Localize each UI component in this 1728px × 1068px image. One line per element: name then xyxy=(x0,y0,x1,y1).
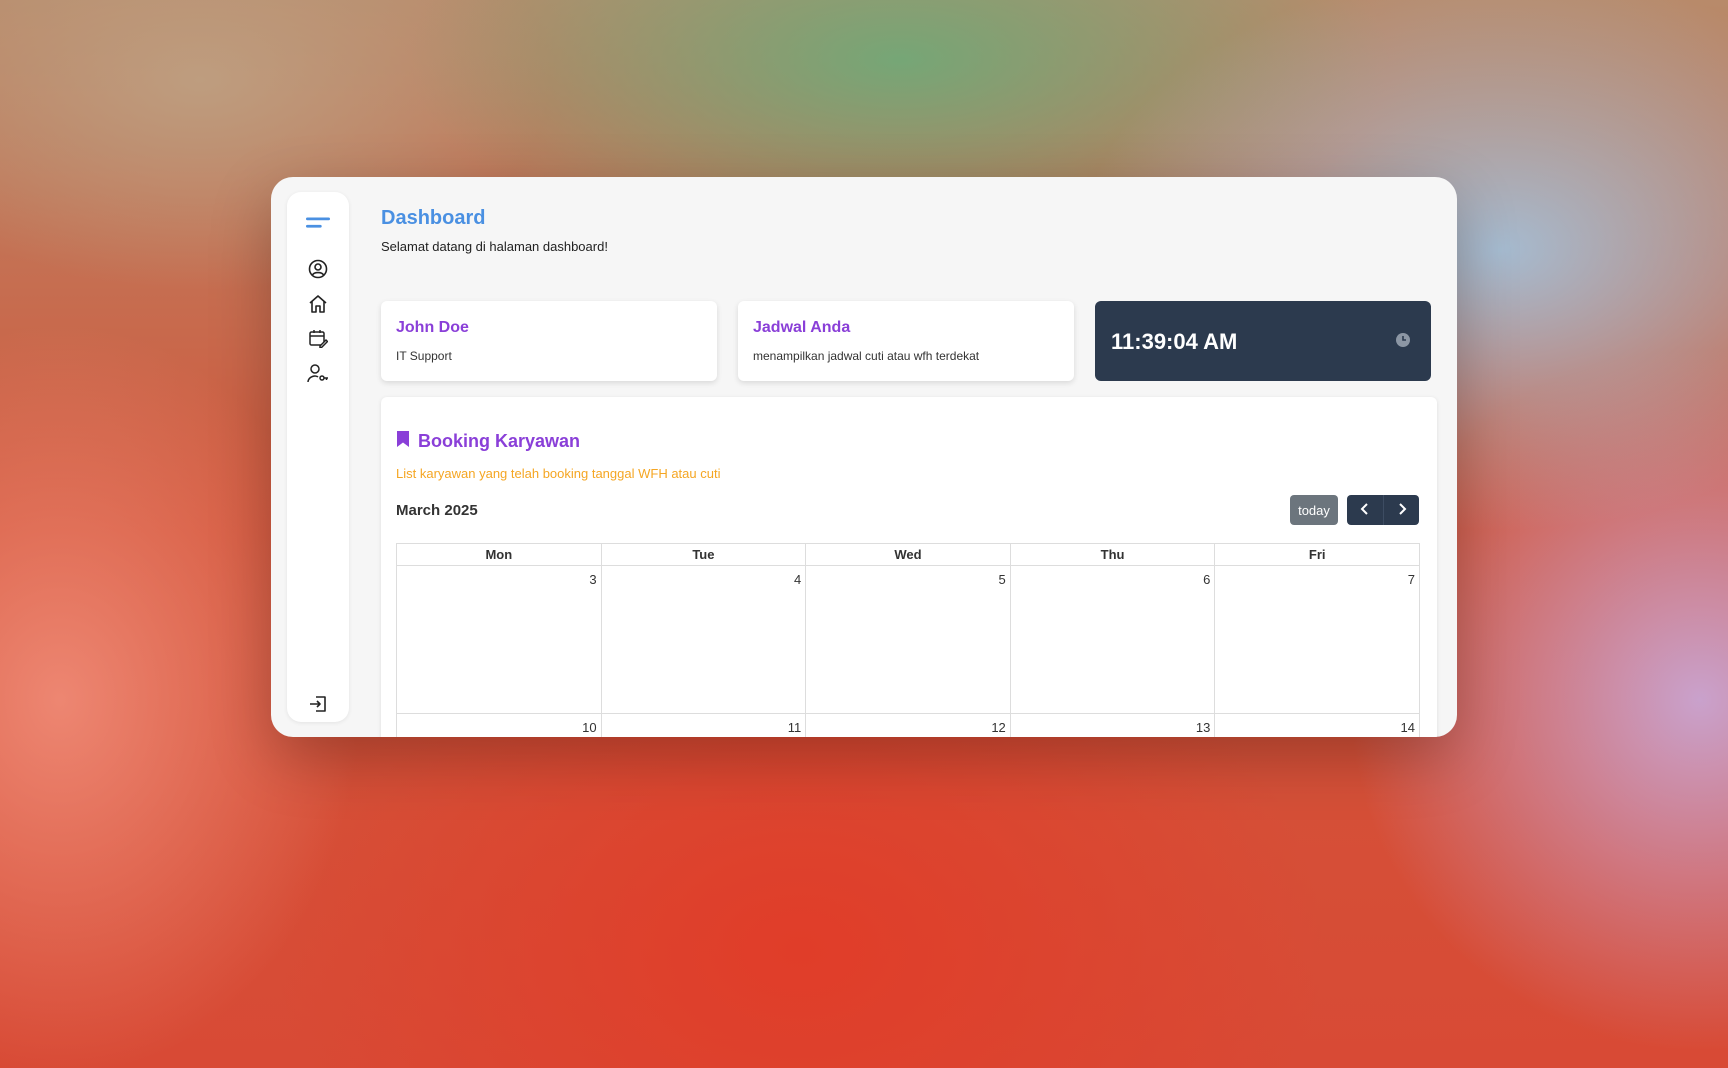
prev-month-button[interactable] xyxy=(1347,495,1383,525)
schedule-card: Jadwal Anda menampilkan jadwal cuti atau… xyxy=(738,301,1074,381)
booking-title: Booking Karyawan xyxy=(418,431,581,451)
day-header: Fri xyxy=(1214,543,1420,566)
calendar-day-cell[interactable]: 12 xyxy=(805,713,1011,737)
calendar-day-cell[interactable]: 6 xyxy=(1009,565,1216,714)
booking-subtitle: List karyawan yang telah booking tanggal… xyxy=(396,466,721,481)
summary-cards: John Doe IT Support Jadwal Anda menampil… xyxy=(381,301,1437,381)
calendar-day-cell[interactable]: 5 xyxy=(805,565,1011,714)
calendar-day-cell[interactable]: 7 xyxy=(1214,565,1420,714)
user-name: John Doe xyxy=(396,319,469,336)
calendar-week: 3 4 5 6 7 xyxy=(396,565,1420,714)
calendar-week: 10 11 12 13 14 xyxy=(396,713,1420,737)
user-card: John Doe IT Support xyxy=(381,301,717,381)
calendar-day-cell[interactable]: 4 xyxy=(600,565,807,714)
clock-icon xyxy=(1395,332,1411,353)
schedule-description: menampilkan jadwal cuti atau wfh terdeka… xyxy=(753,349,980,363)
clock-time: 11:39:04 AM xyxy=(1111,329,1238,354)
clock-card: 11:39:04 AM xyxy=(1095,301,1431,381)
schedule-title: Jadwal Anda xyxy=(753,319,851,336)
sidebar xyxy=(287,192,349,722)
day-header: Mon xyxy=(396,543,602,566)
calendar-month-label: March 2025 xyxy=(396,502,478,519)
calendar-edit-icon[interactable] xyxy=(306,326,330,350)
day-header: Wed xyxy=(805,543,1011,566)
day-header: Thu xyxy=(1009,543,1216,566)
user-circle-icon[interactable] xyxy=(306,257,330,281)
calendar-day-cell[interactable]: 14 xyxy=(1214,713,1420,737)
chevron-left-icon xyxy=(1360,502,1370,518)
next-month-button[interactable] xyxy=(1383,495,1419,525)
day-header: Tue xyxy=(600,543,807,566)
calendar-day-cell[interactable]: 10 xyxy=(396,713,602,737)
calendar-grid: Mon Tue Wed Thu Fri 3 4 5 6 7 10 11 12 1… xyxy=(396,543,1420,737)
calendar-day-cell[interactable]: 11 xyxy=(600,713,807,737)
calendar-nav xyxy=(1347,495,1419,525)
logout-icon[interactable] xyxy=(306,692,330,716)
home-icon[interactable] xyxy=(306,292,330,316)
user-key-icon[interactable] xyxy=(306,361,330,385)
main-content: Dashboard Selamat datang di halaman dash… xyxy=(381,207,1437,737)
page-title: Dashboard xyxy=(381,207,486,229)
app-window: Dashboard Selamat datang di halaman dash… xyxy=(271,177,1457,737)
bookmark-icon xyxy=(396,430,410,453)
calendar-day-cell[interactable]: 3 xyxy=(396,565,602,714)
page-subtitle: Selamat datang di halaman dashboard! xyxy=(381,239,608,254)
menu-icon[interactable] xyxy=(306,211,330,235)
today-button[interactable]: today xyxy=(1290,495,1338,525)
chevron-right-icon xyxy=(1397,502,1407,518)
booking-panel: Booking Karyawan List karyawan yang tela… xyxy=(381,397,1437,737)
calendar-day-cell[interactable]: 13 xyxy=(1009,713,1216,737)
user-role: IT Support xyxy=(396,349,452,363)
